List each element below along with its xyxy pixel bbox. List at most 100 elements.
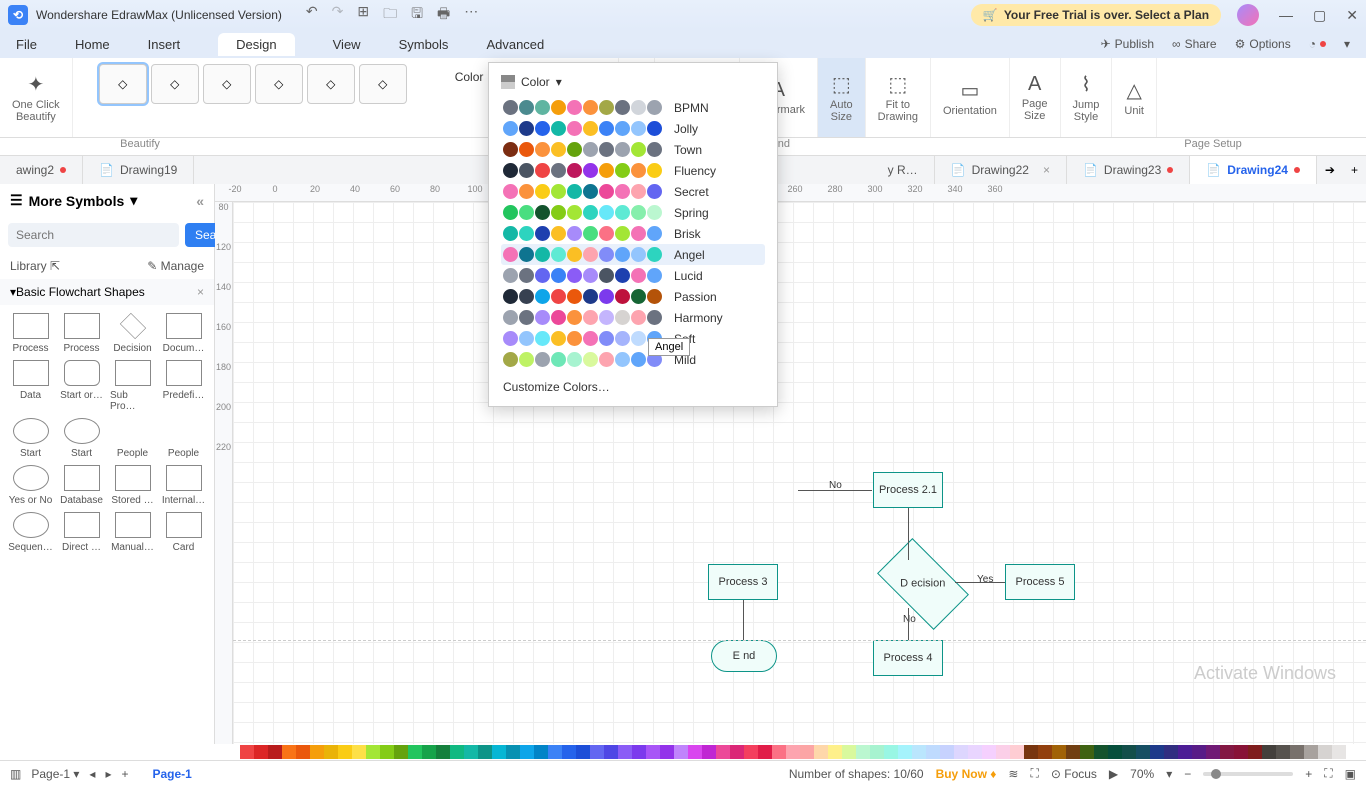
color-swatch[interactable] [1108,745,1122,759]
maximize-icon[interactable]: ▢ [1313,7,1326,24]
shape-decision[interactable]: Decision [108,311,157,356]
node-decision[interactable]: D ecision [877,538,969,630]
new-icon[interactable]: ⊞ [357,3,369,27]
color-swatch[interactable] [884,745,898,759]
color-swatch[interactable] [1248,745,1262,759]
color-swatch[interactable] [828,745,842,759]
color-swatch[interactable] [688,745,702,759]
open-icon[interactable]: 🗀 [383,3,397,27]
color-swatch[interactable] [1332,745,1346,759]
shape-database[interactable]: Database [57,463,106,508]
menu-advanced[interactable]: Advanced [486,37,544,52]
color-swatch[interactable] [632,745,646,759]
color-swatch[interactable] [716,745,730,759]
color-swatch[interactable] [1094,745,1108,759]
color-swatch[interactable] [744,745,758,759]
canvas[interactable]: Process 2.1 Process 3 Process 5 Process … [233,202,1366,744]
page-tab[interactable]: Page-1 [152,767,191,781]
color-swatch[interactable] [324,745,338,759]
color-swatch[interactable] [520,745,534,759]
menu-symbols[interactable]: Symbols [399,37,449,52]
scheme-fluency[interactable]: Fluency [501,160,765,181]
shape-card[interactable]: Card [159,510,208,555]
zoom-in-icon[interactable]: + [1305,767,1312,781]
color-swatch[interactable] [1290,745,1304,759]
color-swatch[interactable] [1234,745,1248,759]
color-swatch[interactable] [576,745,590,759]
scheme-passion[interactable]: Passion [501,286,765,307]
tab-drawing22[interactable]: 📄 Drawing22× [935,156,1067,184]
shape-docum…[interactable]: Docum… [159,311,208,356]
color-swatch[interactable] [352,745,366,759]
buy-now[interactable]: Buy Now ♦ [936,767,997,781]
color-swatch[interactable] [786,745,800,759]
color-swatch[interactable] [310,745,324,759]
color-swatch[interactable] [618,745,632,759]
color-swatch[interactable] [1276,745,1290,759]
color-swatch[interactable] [548,745,562,759]
node-process-5[interactable]: Process 5 [1005,564,1075,600]
scheme-jolly[interactable]: Jolly [501,118,765,139]
add-page-icon[interactable]: + [121,767,128,781]
share-button[interactable]: ∞ Share [1172,37,1217,51]
zoom-out-icon[interactable]: − [1184,767,1191,781]
tab-next-icon[interactable]: ➔ [1317,163,1343,177]
color-swatch[interactable] [758,745,772,759]
zoom-slider[interactable] [1203,772,1293,776]
more-icon[interactable]: ⋯ [464,3,478,27]
unit[interactable]: △Unit [1112,58,1157,137]
scheme-soft[interactable]: Soft [501,328,765,349]
shape-start[interactable]: Start [57,416,106,461]
scheme-bpmn[interactable]: BPMN [501,97,765,118]
color-swatch[interactable] [1136,745,1150,759]
close-panel-icon[interactable]: × [197,285,204,299]
menu-view[interactable]: View [333,37,361,52]
scheme-harmony[interactable]: Harmony [501,307,765,328]
save-icon[interactable]: 🖫 [411,3,423,27]
color-swatch[interactable] [492,745,506,759]
color-swatch[interactable] [1080,745,1094,759]
shape-process[interactable]: Process [57,311,106,356]
page-size[interactable]: APage Size [1010,58,1061,137]
color-swatch[interactable] [870,745,884,759]
color-swatch[interactable] [1010,745,1024,759]
node-process-2-1[interactable]: Process 2.1 [873,472,943,508]
color-swatch[interactable] [800,745,814,759]
theme-swatch-1[interactable]: ◇ [99,64,147,104]
auto-size[interactable]: ⬚Auto Size [818,58,866,137]
color-swatch[interactable] [898,745,912,759]
theme-swatch-4[interactable]: ◇ [255,64,303,104]
scheme-spring[interactable]: Spring [501,202,765,223]
menu-home[interactable]: Home [75,37,110,52]
color-swatch[interactable] [1220,745,1234,759]
color-swatch[interactable] [1262,745,1276,759]
layers-icon[interactable]: ≋ [1008,767,1018,781]
node-end[interactable]: E nd [711,640,777,672]
tab-add-icon[interactable]: + [1343,163,1366,177]
avatar[interactable] [1237,4,1259,26]
color-swatch[interactable] [394,745,408,759]
color-swatch[interactable] [940,745,954,759]
color-swatch[interactable] [814,745,828,759]
color-swatch[interactable] [912,745,926,759]
play-icon[interactable]: ▶ [1109,767,1118,781]
color-swatch[interactable] [702,745,716,759]
shape-internal…[interactable]: Internal… [159,463,208,508]
theme-swatch-3[interactable]: ◇ [203,64,251,104]
shape-sequen…[interactable]: Sequen… [6,510,55,555]
collapse-sidebar-icon[interactable]: « [196,193,204,209]
color-swatch[interactable] [450,745,464,759]
tab-yr[interactable]: y R… [872,156,935,184]
color-swatch[interactable] [1038,745,1052,759]
color-swatch[interactable] [1318,745,1332,759]
tab-drawing24[interactable]: 📄 Drawing24 [1190,156,1317,184]
color-swatch[interactable] [254,745,268,759]
color-swatch[interactable] [1178,745,1192,759]
pages-icon[interactable]: ▥ [10,767,21,781]
color-swatch[interactable] [408,745,422,759]
shape-sub pro…[interactable]: Sub Pro… [108,358,157,414]
color-swatch[interactable] [240,745,254,759]
trial-banner[interactable]: 🛒 Your Free Trial is over. Select a Plan [971,4,1221,26]
scheme-town[interactable]: Town [501,139,765,160]
focus-button[interactable]: ⊙ Focus [1051,767,1097,781]
